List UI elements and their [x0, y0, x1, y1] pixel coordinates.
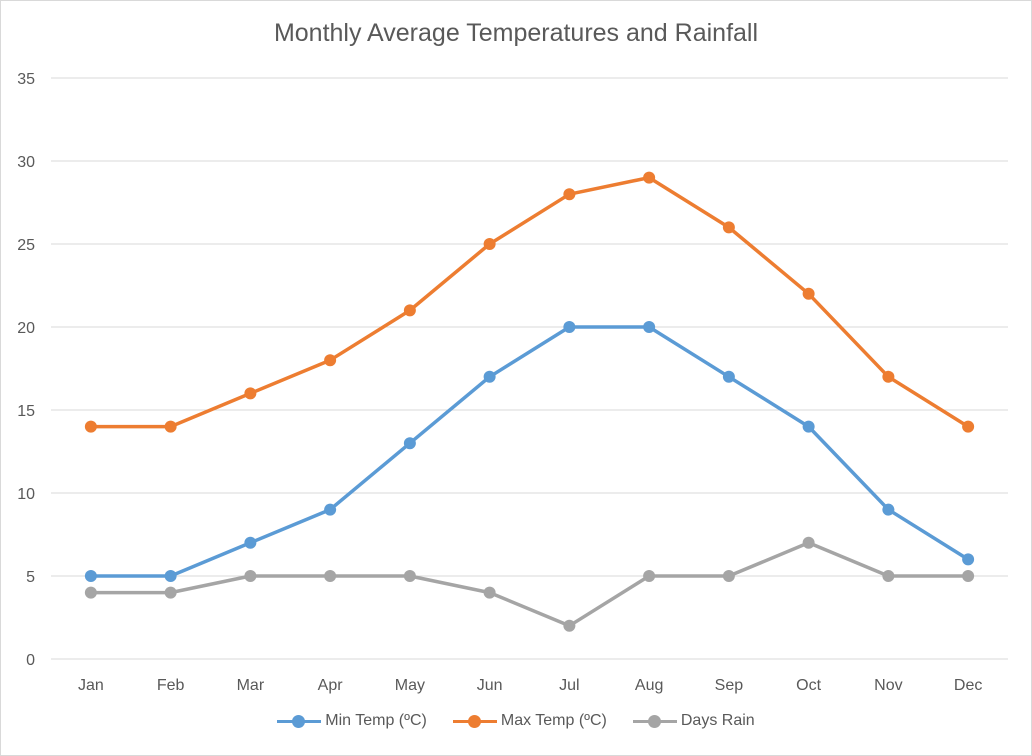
- y-tick-label: 0: [26, 652, 35, 669]
- data-point: [84, 586, 97, 599]
- data-point: [882, 570, 895, 582]
- x-tick-label: Jun: [477, 677, 503, 694]
- series-max-temp-c: [84, 171, 975, 433]
- data-point: [483, 370, 496, 383]
- data-point: [962, 420, 975, 433]
- data-point: [882, 503, 895, 516]
- data-point: [643, 321, 656, 333]
- y-tick-label: 25: [17, 237, 35, 254]
- legend-marker-icon: [632, 714, 677, 728]
- data-point: [962, 570, 975, 582]
- y-tick-label: 10: [17, 486, 35, 503]
- gridlines: [51, 77, 1008, 660]
- data-point: [563, 619, 576, 632]
- legend-label: Days Rain: [680, 712, 755, 729]
- data-point: [244, 570, 257, 582]
- x-tick-label: Dec: [954, 677, 982, 694]
- x-tick-label: Mar: [237, 677, 265, 694]
- data-point: [403, 570, 416, 582]
- y-tick-label: 5: [26, 569, 35, 586]
- series-line: [90, 175, 970, 429]
- data-point: [802, 536, 815, 549]
- data-point: [403, 437, 416, 450]
- data-point: [164, 570, 177, 582]
- x-tick-label: May: [395, 677, 425, 694]
- data-point: [164, 420, 177, 433]
- data-point: [324, 570, 337, 582]
- data-point: [84, 570, 97, 582]
- y-axis-ticks: 0 5 10 15 20 25 30 35: [17, 71, 35, 669]
- data-point: [164, 586, 177, 599]
- x-tick-label: Oct: [796, 677, 821, 694]
- x-axis-ticks: Jan Feb Mar Apr May Jun Jul Aug Sep Oct Nov Dec: [78, 677, 982, 694]
- series-line: [90, 325, 970, 578]
- data-point: [483, 586, 496, 599]
- x-tick-label: Sep: [715, 677, 744, 694]
- data-point: [563, 321, 576, 333]
- x-tick-label: Apr: [318, 677, 344, 694]
- data-point: [483, 238, 496, 250]
- data-point: [802, 420, 815, 433]
- data-point: [324, 503, 337, 516]
- data-point: [722, 370, 735, 383]
- data-point: [962, 553, 975, 566]
- y-tick-label: 30: [17, 154, 35, 171]
- data-point: [722, 570, 735, 582]
- data-point: [324, 354, 337, 367]
- x-tick-label: Jul: [559, 677, 579, 694]
- series-min-temp-c: [84, 321, 975, 582]
- x-tick-label: Feb: [157, 677, 185, 694]
- legend: Min Temp (ºC) Max Temp (ºC) Days Rain: [0, 712, 1032, 730]
- data-point: [403, 304, 416, 317]
- y-tick-label: 15: [17, 403, 35, 420]
- series-days-rain: [84, 536, 975, 632]
- legend-item: Max Temp (ºC): [452, 712, 607, 730]
- line-chart: 0 5 10 15 20 25 30 35 Jan Feb Mar Apr May Jun Jul Aug S…: [17, 71, 1008, 694]
- y-tick-label: 20: [17, 320, 35, 337]
- series-group: [84, 171, 975, 632]
- data-point: [244, 536, 257, 549]
- data-point: [84, 420, 97, 433]
- data-point: [244, 387, 257, 400]
- data-point: [882, 370, 895, 383]
- legend-label: Min Temp (ºC): [325, 712, 427, 729]
- legend-marker-icon: [277, 714, 322, 728]
- data-point: [802, 287, 815, 300]
- legend-marker-icon: [452, 714, 497, 728]
- x-tick-label: Nov: [874, 677, 902, 694]
- data-point: [563, 188, 576, 201]
- legend-label: Max Temp (ºC): [500, 712, 607, 729]
- data-point: [643, 171, 656, 184]
- data-point: [643, 570, 656, 582]
- x-tick-label: Aug: [635, 677, 663, 694]
- data-point: [722, 221, 735, 234]
- y-tick-label: 35: [17, 71, 35, 88]
- legend-item: Min Temp (ºC): [277, 712, 427, 730]
- legend-item: Days Rain: [632, 712, 755, 730]
- x-tick-label: Jan: [78, 677, 104, 694]
